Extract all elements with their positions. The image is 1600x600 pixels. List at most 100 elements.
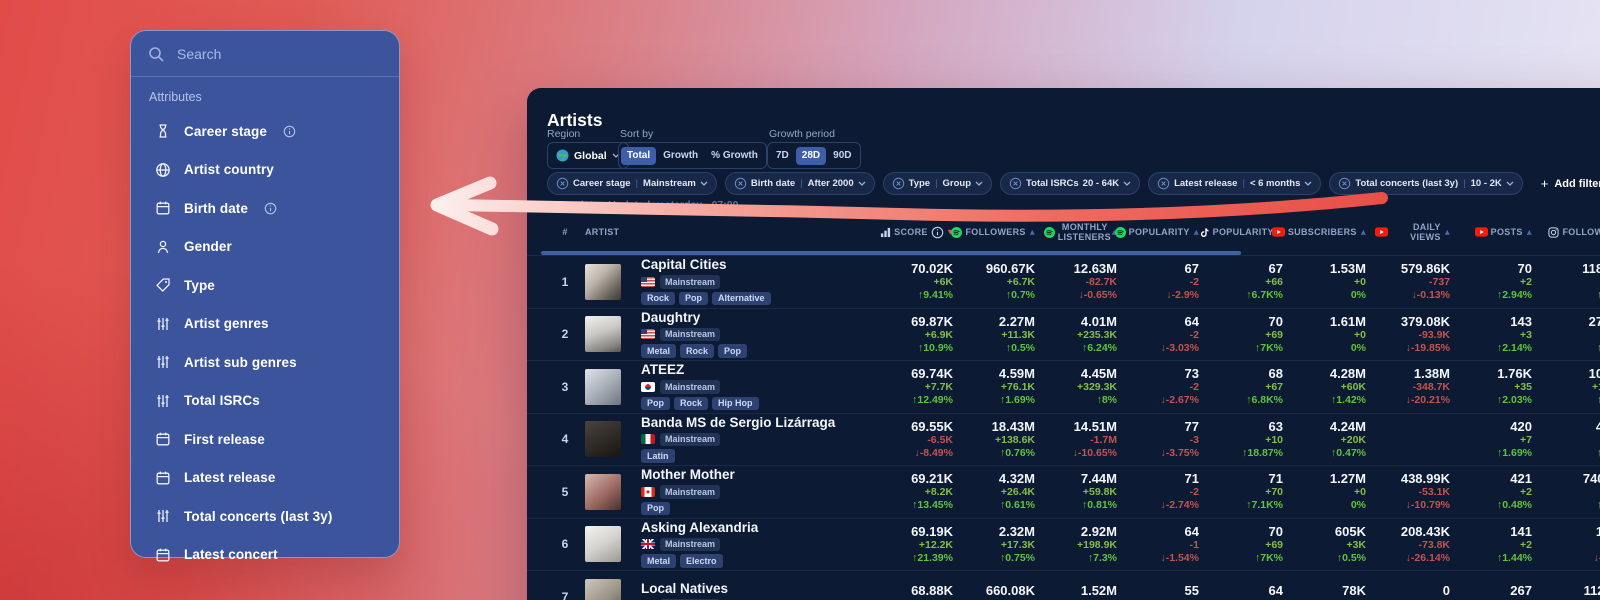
career-stage-badge: Mainstream [660, 537, 721, 552]
sidebar-item-latest-release[interactable]: Latest release [131, 459, 399, 498]
filter-chip-total-isrcs[interactable]: Total ISRCs 20 - 64K [1000, 172, 1141, 195]
cell-pop_sp: 55-1 [1125, 583, 1207, 600]
sidebar-item-artist-sub-genres[interactable]: Artist sub genres [131, 343, 399, 382]
info-icon[interactable] [931, 226, 944, 239]
period-option-7d[interactable]: 7D [770, 147, 795, 165]
artist-row-capital-cities[interactable]: 1 Capital Cities Mainstream Rock Pop Alternat… [527, 255, 1600, 308]
sidebar-item-artist-genres[interactable]: Artist genres [131, 305, 399, 344]
change: +70 [1265, 486, 1283, 499]
col-header-posts[interactable]: POSTS ▲ [1458, 227, 1540, 237]
genre-tags: Pop Rock Hip Hop [641, 396, 869, 411]
col-header-followers_ig[interactable]: FOLLOWERS▲ [1540, 226, 1600, 238]
change: +20K [1340, 433, 1366, 446]
artist-name[interactable]: Local Natives [641, 581, 869, 596]
sidebar-item-career-stage[interactable]: Career stage [131, 112, 399, 151]
filter-chip-career-stage[interactable]: Career stage | Mainstream [547, 172, 717, 195]
info-icon[interactable] [264, 202, 277, 215]
artist-name[interactable]: Capital Cities [641, 258, 869, 272]
value: 63 [1268, 418, 1283, 434]
value: 379.08K [1400, 313, 1450, 329]
percent-change: ↑0.76% [999, 446, 1035, 459]
calendar-icon [155, 431, 171, 447]
percent-change: ↑0.5% [1005, 341, 1035, 354]
percent-change: ↑21.39% [912, 551, 953, 564]
table-header-row: # ARTIST SCORE ▼ FOLLOWERS ▲ MONTHLY LISTENERS… [527, 216, 1600, 248]
remove-icon[interactable] [556, 177, 569, 190]
cell-followers_sp: 960.67K +6.7K ↑0.7% [961, 261, 1043, 302]
sort-option-growth[interactable]: % Growth [705, 147, 764, 165]
percent-change: ↑6.24% [1081, 341, 1117, 354]
value: 69.55K [911, 418, 953, 434]
period-option-90d[interactable]: 90D [827, 147, 857, 165]
add-filters-button[interactable]: + Add filters [1541, 176, 1600, 191]
col-header-pop_sp[interactable]: POPULARITY ▲ [1114, 226, 1207, 238]
sidebar-item-birth-date[interactable]: Birth date [131, 189, 399, 228]
cell-followers_ig: 1.35M-8K↓-0.06% [1540, 524, 1600, 565]
sidebar-item-total-isrcs[interactable]: Total ISRCs [131, 382, 399, 421]
artist-row-ateez[interactable]: 3 ATEEZ Mainstream Pop Rock Hip Hop 69.74K +7.7… [527, 360, 1600, 413]
sortby-label: Sort by [620, 128, 654, 140]
artist-name[interactable]: Banda MS de Sergio Lizárraga [641, 415, 869, 430]
artist-name[interactable]: ATEEZ [641, 363, 869, 377]
horizontal-scrollbar[interactable] [541, 251, 1241, 255]
sidebar-item-latest-concert[interactable]: Latest concert [131, 536, 399, 575]
percent-change: ↑1.23% [1596, 394, 1600, 407]
artist-cell: Daughtry Mainstream Metal Rock Pop [631, 310, 869, 358]
change: +3K [1540, 486, 1600, 499]
cell-monthly: 7.44M +59.8K ↑0.81% [1043, 471, 1125, 512]
remove-icon[interactable] [1157, 177, 1170, 190]
cell-daily: 379.08K -93.9K ↓-19.85% [1374, 314, 1458, 355]
info-icon[interactable] [283, 125, 296, 138]
col-header-monthly[interactable]: MONTHLY LISTENERS ▲ [1043, 222, 1125, 242]
artist-row-asking-alexandria[interactable]: 6 Asking Alexandria Mainstream Metal Electro… [527, 517, 1600, 571]
col-header-subs[interactable]: SUBSCRIBERS ▲ [1271, 227, 1374, 237]
sort-option-growth[interactable]: Growth [657, 147, 704, 165]
sort-option-total[interactable]: Total [621, 146, 657, 165]
artist-name[interactable]: Daughtry [641, 310, 869, 325]
filter-chip-total-concerts-last-3y[interactable]: Total concerts (last 3y) | 10 - 2K [1329, 172, 1523, 195]
percent-change: ↓-8.49% [914, 446, 953, 459]
sidebar-item-gender[interactable]: Gender [131, 228, 399, 267]
filter-chip-latest-release[interactable]: Latest release | < 6 months [1148, 172, 1322, 195]
sidebar-item-total-concerts-last-3y[interactable]: Total concerts (last 3y) [131, 497, 399, 536]
attributes-section-label: Attributes [149, 90, 202, 104]
artist-row-mother-mother[interactable]: 5 Mother Mother Mainstream Pop 69.21K +8.2K ↑1… [527, 465, 1600, 518]
artist-name[interactable]: Mother Mother [641, 468, 869, 482]
value: 660.08K [985, 582, 1035, 598]
remove-icon[interactable] [1338, 177, 1351, 190]
filter-chip-type[interactable]: Type | Group [882, 172, 993, 195]
change: +17.3K [1000, 538, 1035, 551]
search-input[interactable]: Search [131, 31, 399, 76]
cell-posts: 421 +2 ↑0.48% [1458, 471, 1540, 512]
cell-followers_ig: 10.24M+123.4K↑1.23% [1540, 366, 1600, 407]
col-header-score[interactable]: SCORE ▼ [869, 226, 961, 239]
value: 0 [1442, 582, 1450, 598]
sidebar-item-artist-country[interactable]: Artist country [131, 151, 399, 190]
filter-chip-birth-date[interactable]: Birth date | After 2000 [724, 172, 875, 195]
sidebar-item-first-release[interactable]: First release [131, 420, 399, 459]
remove-icon[interactable] [892, 177, 905, 190]
artist-row-daughtry[interactable]: 2 Daughtry Mainstream Metal Rock Pop 69.87K +6.… [527, 307, 1600, 361]
cell-monthly: 14.51M -1.7M ↓-10.65% [1043, 419, 1125, 460]
filter-chip-value: 10 - 2K [1470, 178, 1502, 189]
remove-icon[interactable] [734, 177, 747, 190]
sidebar-item-type[interactable]: Type [131, 266, 399, 305]
artist-row-local-natives[interactable]: 7Local NativesMainstream68.88K+4.1K660.0… [527, 570, 1600, 600]
filter-chip-value: 20 - 64K [1082, 178, 1120, 189]
change: +482 [1540, 276, 1600, 289]
col-header-followers_sp[interactable]: FOLLOWERS ▲ [951, 226, 1043, 238]
value: 71 [1184, 471, 1199, 487]
cell-followers_ig: 4.04M+2K↑0.05% [1540, 419, 1600, 460]
artist-name[interactable]: Asking Alexandria [641, 520, 869, 535]
cell-posts: 143 +3 ↑2.14% [1458, 314, 1540, 355]
col-header-rank: # [545, 227, 585, 237]
period-option-28d[interactable]: 28D [795, 146, 827, 165]
region-dropdown[interactable]: Global [547, 142, 629, 169]
col-header-label: DAILY VIEWS [1410, 221, 1441, 242]
col-header-daily[interactable]: DAILY VIEWS ▲ [1374, 222, 1458, 242]
remove-icon[interactable] [1009, 177, 1022, 190]
percent-change: ↓-2.9% [1166, 289, 1199, 302]
career-stage-badge: Mainstream [660, 327, 721, 342]
artist-row-banda-ms-de-sergio-liz-rraga[interactable]: 4 Banda MS de Sergio Lizárraga Mainstream L… [527, 412, 1600, 466]
filter-chip-label: Career stage [573, 178, 631, 189]
